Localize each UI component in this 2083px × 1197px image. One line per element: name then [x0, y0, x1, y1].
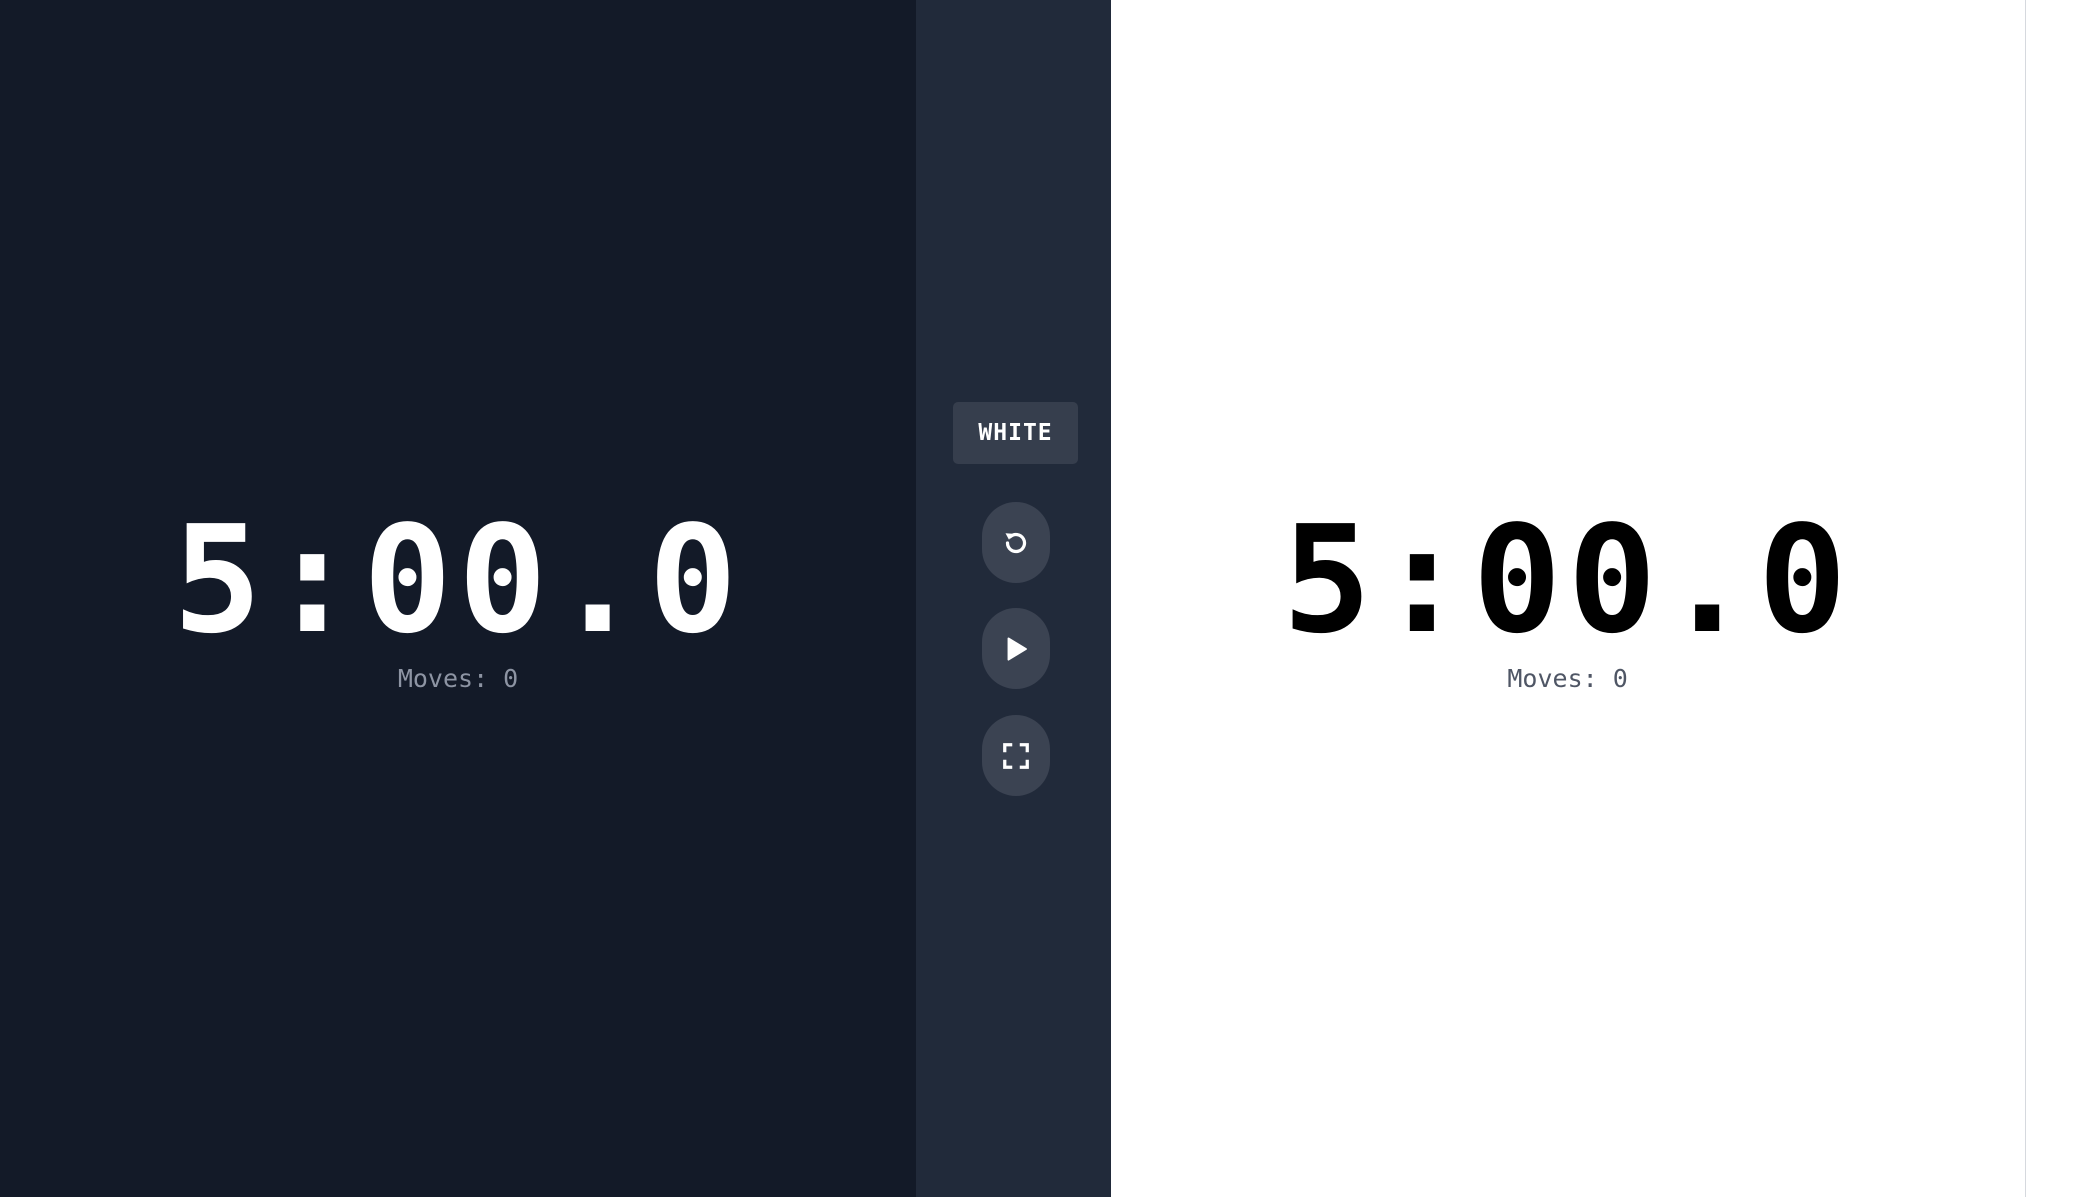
fullscreen-button[interactable]: [982, 715, 1051, 796]
chess-clock-app: 5:00.0 Moves: 0 WHITE 5:00.0 Moves: 0: [0, 0, 2083, 1197]
play-icon: [1007, 636, 1027, 661]
reset-icon: [1005, 532, 1027, 553]
play-button[interactable]: [982, 608, 1051, 689]
fullscreen-icon: [1003, 742, 1029, 769]
white-player-panel[interactable]: 5:00.0 Moves: 0: [1110, 0, 2025, 1197]
turn-indicator: WHITE: [953, 402, 1079, 464]
black-player-panel[interactable]: 5:00.0 Moves: 0: [0, 0, 917, 1197]
white-clock-block: 5:00.0 Moves: 0: [1111, 500, 2025, 696]
control-bar: WHITE: [916, 0, 1111, 1197]
black-moves-count: Moves: 0: [397, 664, 519, 693]
reset-button[interactable]: [982, 502, 1051, 583]
white-panel-margin: [2025, 0, 2083, 1197]
white-clock-time: 5:00.0: [1282, 494, 1853, 666]
white-moves-count: Moves: 0: [1507, 664, 1628, 693]
black-clock-block: 5:00.0 Moves: 0: [0, 500, 916, 696]
black-clock-time: 5:00.0: [172, 494, 744, 666]
